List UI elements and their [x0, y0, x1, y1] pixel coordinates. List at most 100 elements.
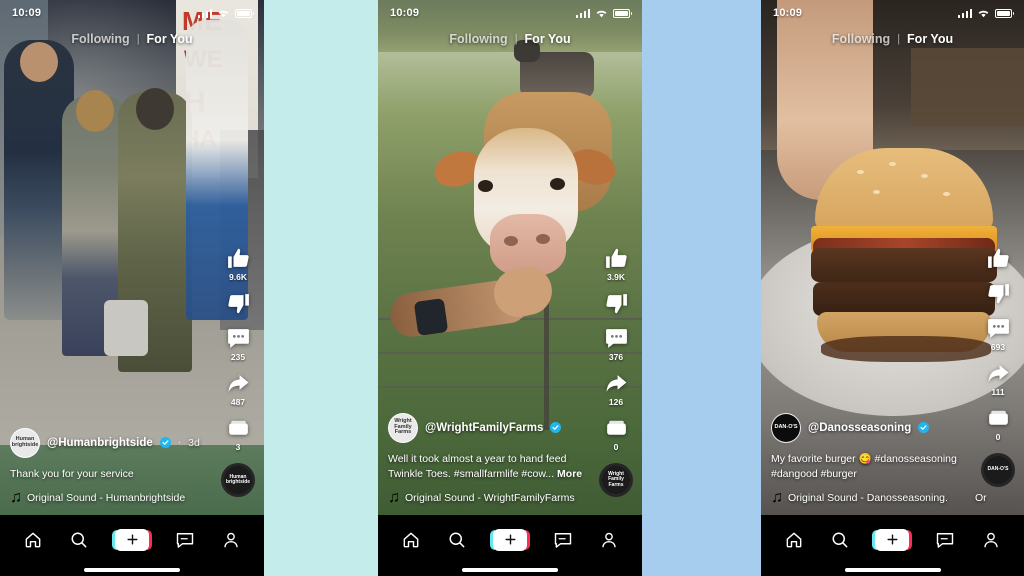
- dislike-button[interactable]: [226, 291, 251, 317]
- post-age: 3d: [188, 436, 200, 449]
- sound-title[interactable]: Original Sound - WrightFamilyFarms: [405, 492, 575, 504]
- home-icon: [403, 532, 419, 547]
- signal-bars-icon: [957, 8, 972, 18]
- feed-tabs-3: Following | For You: [761, 32, 1024, 46]
- caption-block-3: DAN-O'S @Danosseasoning My favorite burg…: [761, 412, 1024, 515]
- nav-profile-button[interactable]: [599, 530, 619, 550]
- comment-count: 376: [608, 352, 624, 362]
- share-button[interactable]: 487: [226, 371, 251, 407]
- message-icon: [937, 532, 954, 548]
- caption-more-button[interactable]: More: [557, 468, 582, 480]
- like-button[interactable]: 3.9K: [604, 246, 629, 282]
- user-row-1[interactable]: Human brightside @Humanbrightside · 3d: [10, 427, 254, 458]
- post-caption[interactable]: Well it took almost a year to hand feed …: [388, 452, 598, 482]
- dislike-button[interactable]: [986, 281, 1011, 307]
- bottom-nav-2: [378, 515, 642, 576]
- user-row-3[interactable]: DAN-O'S @Danosseasoning: [771, 412, 1014, 443]
- nav-home-button[interactable]: [23, 530, 43, 550]
- plus-icon: [887, 534, 898, 545]
- person-icon: [602, 532, 616, 547]
- avatar[interactable]: DAN-O'S: [771, 412, 801, 443]
- message-icon: [554, 532, 572, 548]
- share-count: 126: [608, 397, 624, 407]
- divider-1: [264, 0, 378, 576]
- nav-create-button[interactable]: [112, 528, 152, 551]
- nav-home-button[interactable]: [401, 530, 421, 550]
- nav-discover-button[interactable]: [830, 530, 850, 550]
- plus-icon: [126, 534, 138, 545]
- nav-profile-button[interactable]: [221, 530, 241, 550]
- status-clock: 10:09: [773, 7, 803, 19]
- dislike-button[interactable]: [604, 291, 629, 317]
- battery-icon: [613, 8, 632, 18]
- share-button[interactable]: 111: [986, 361, 1011, 397]
- nav-create-button[interactable]: [490, 528, 530, 551]
- sound-row-3[interactable]: ♫ Original Sound - Danosseasoning. Or: [771, 489, 1014, 507]
- phone-screen-1: MEWEHHA 10:09 Following | For You: [0, 0, 264, 576]
- status-bar-3: 10:09: [761, 0, 1024, 26]
- user-row-2[interactable]: Wright Family Farms @WrightFamilyFarms: [388, 412, 632, 443]
- divider-2: [642, 0, 761, 576]
- avatar-label: DAN-O'S: [774, 423, 798, 430]
- comment-button[interactable]: 235: [226, 326, 251, 362]
- wifi-icon: [218, 10, 229, 18]
- music-note-icon: ♫: [10, 489, 22, 506]
- sound-title-overflow: Or: [974, 492, 987, 504]
- nav-create-button[interactable]: [872, 528, 913, 551]
- share-count: 487: [230, 397, 246, 407]
- tab-for-you[interactable]: For You: [907, 32, 953, 46]
- battery-icon: [235, 8, 254, 18]
- nav-discover-button[interactable]: [447, 530, 467, 550]
- status-clock: 10:09: [390, 7, 420, 19]
- post-caption-text: Well it took almost a year to hand feed …: [388, 452, 567, 480]
- person-icon: [224, 532, 238, 547]
- status-bar-2: 10:09: [378, 0, 642, 26]
- avatar-label: Wright Family Farms: [394, 417, 412, 436]
- avatar[interactable]: Human brightside: [10, 427, 40, 458]
- screenshot-stage: MEWEHHA 10:09 Following | For You: [0, 0, 1024, 576]
- sound-row-2[interactable]: ♫ Original Sound - WrightFamilyFarms: [388, 489, 632, 507]
- comment-count: 693: [990, 342, 1006, 352]
- feed-tabs-1: Following | For You: [0, 32, 264, 46]
- account-handle[interactable]: @WrightFamilyFarms: [425, 422, 543, 434]
- account-handle[interactable]: @Humanbrightside: [47, 437, 153, 449]
- home-icon: [25, 532, 41, 547]
- search-icon: [449, 532, 465, 547]
- comment-button[interactable]: 376: [604, 326, 629, 362]
- bottom-nav-1: [0, 515, 264, 576]
- tab-divider: |: [514, 33, 518, 45]
- person-icon: [984, 532, 998, 547]
- like-button[interactable]: 9.6K: [226, 246, 251, 282]
- music-note-icon: ♫: [388, 489, 400, 506]
- nav-inbox-button[interactable]: [935, 530, 955, 550]
- wifi-icon: [596, 10, 607, 18]
- nav-home-button[interactable]: [784, 530, 804, 550]
- sound-title[interactable]: Original Sound - Humanbrightside: [27, 492, 185, 504]
- sound-title[interactable]: Original Sound - Danosseasoning.: [788, 492, 948, 504]
- avatar[interactable]: Wright Family Farms: [388, 412, 418, 443]
- tab-for-you[interactable]: For You: [525, 32, 571, 46]
- post-caption[interactable]: Thank you for your service: [10, 467, 220, 482]
- bottom-nav-3: [761, 515, 1024, 576]
- tab-following[interactable]: Following: [449, 32, 507, 46]
- tab-for-you[interactable]: For You: [147, 32, 193, 46]
- phone-screen-2: 10:09 Following | For You 3.9K 376 126 0…: [378, 0, 642, 576]
- like-count: 3.9K: [607, 272, 625, 282]
- comment-button[interactable]: 693: [986, 316, 1011, 352]
- sound-row-1[interactable]: ♫ Original Sound - Humanbrightside: [10, 489, 254, 507]
- nav-profile-button[interactable]: [981, 530, 1001, 550]
- account-handle[interactable]: @Danosseasoning: [808, 422, 911, 434]
- post-caption[interactable]: My favorite burger 😋 #danosseasoning #da…: [771, 452, 981, 482]
- home-indicator-bar: [378, 564, 642, 576]
- status-bar-1: 10:09: [0, 0, 264, 26]
- like-button[interactable]: [986, 246, 1011, 272]
- nav-inbox-button[interactable]: [553, 530, 573, 550]
- like-count: 9.6K: [229, 272, 247, 282]
- tab-following[interactable]: Following: [71, 32, 129, 46]
- share-button[interactable]: 126: [604, 371, 629, 407]
- caption-block-1: Human brightside @Humanbrightside · 3d T…: [0, 427, 264, 515]
- tab-following[interactable]: Following: [832, 32, 890, 46]
- nav-inbox-button[interactable]: [175, 530, 195, 550]
- plus-icon: [504, 534, 516, 545]
- nav-discover-button[interactable]: [69, 530, 89, 550]
